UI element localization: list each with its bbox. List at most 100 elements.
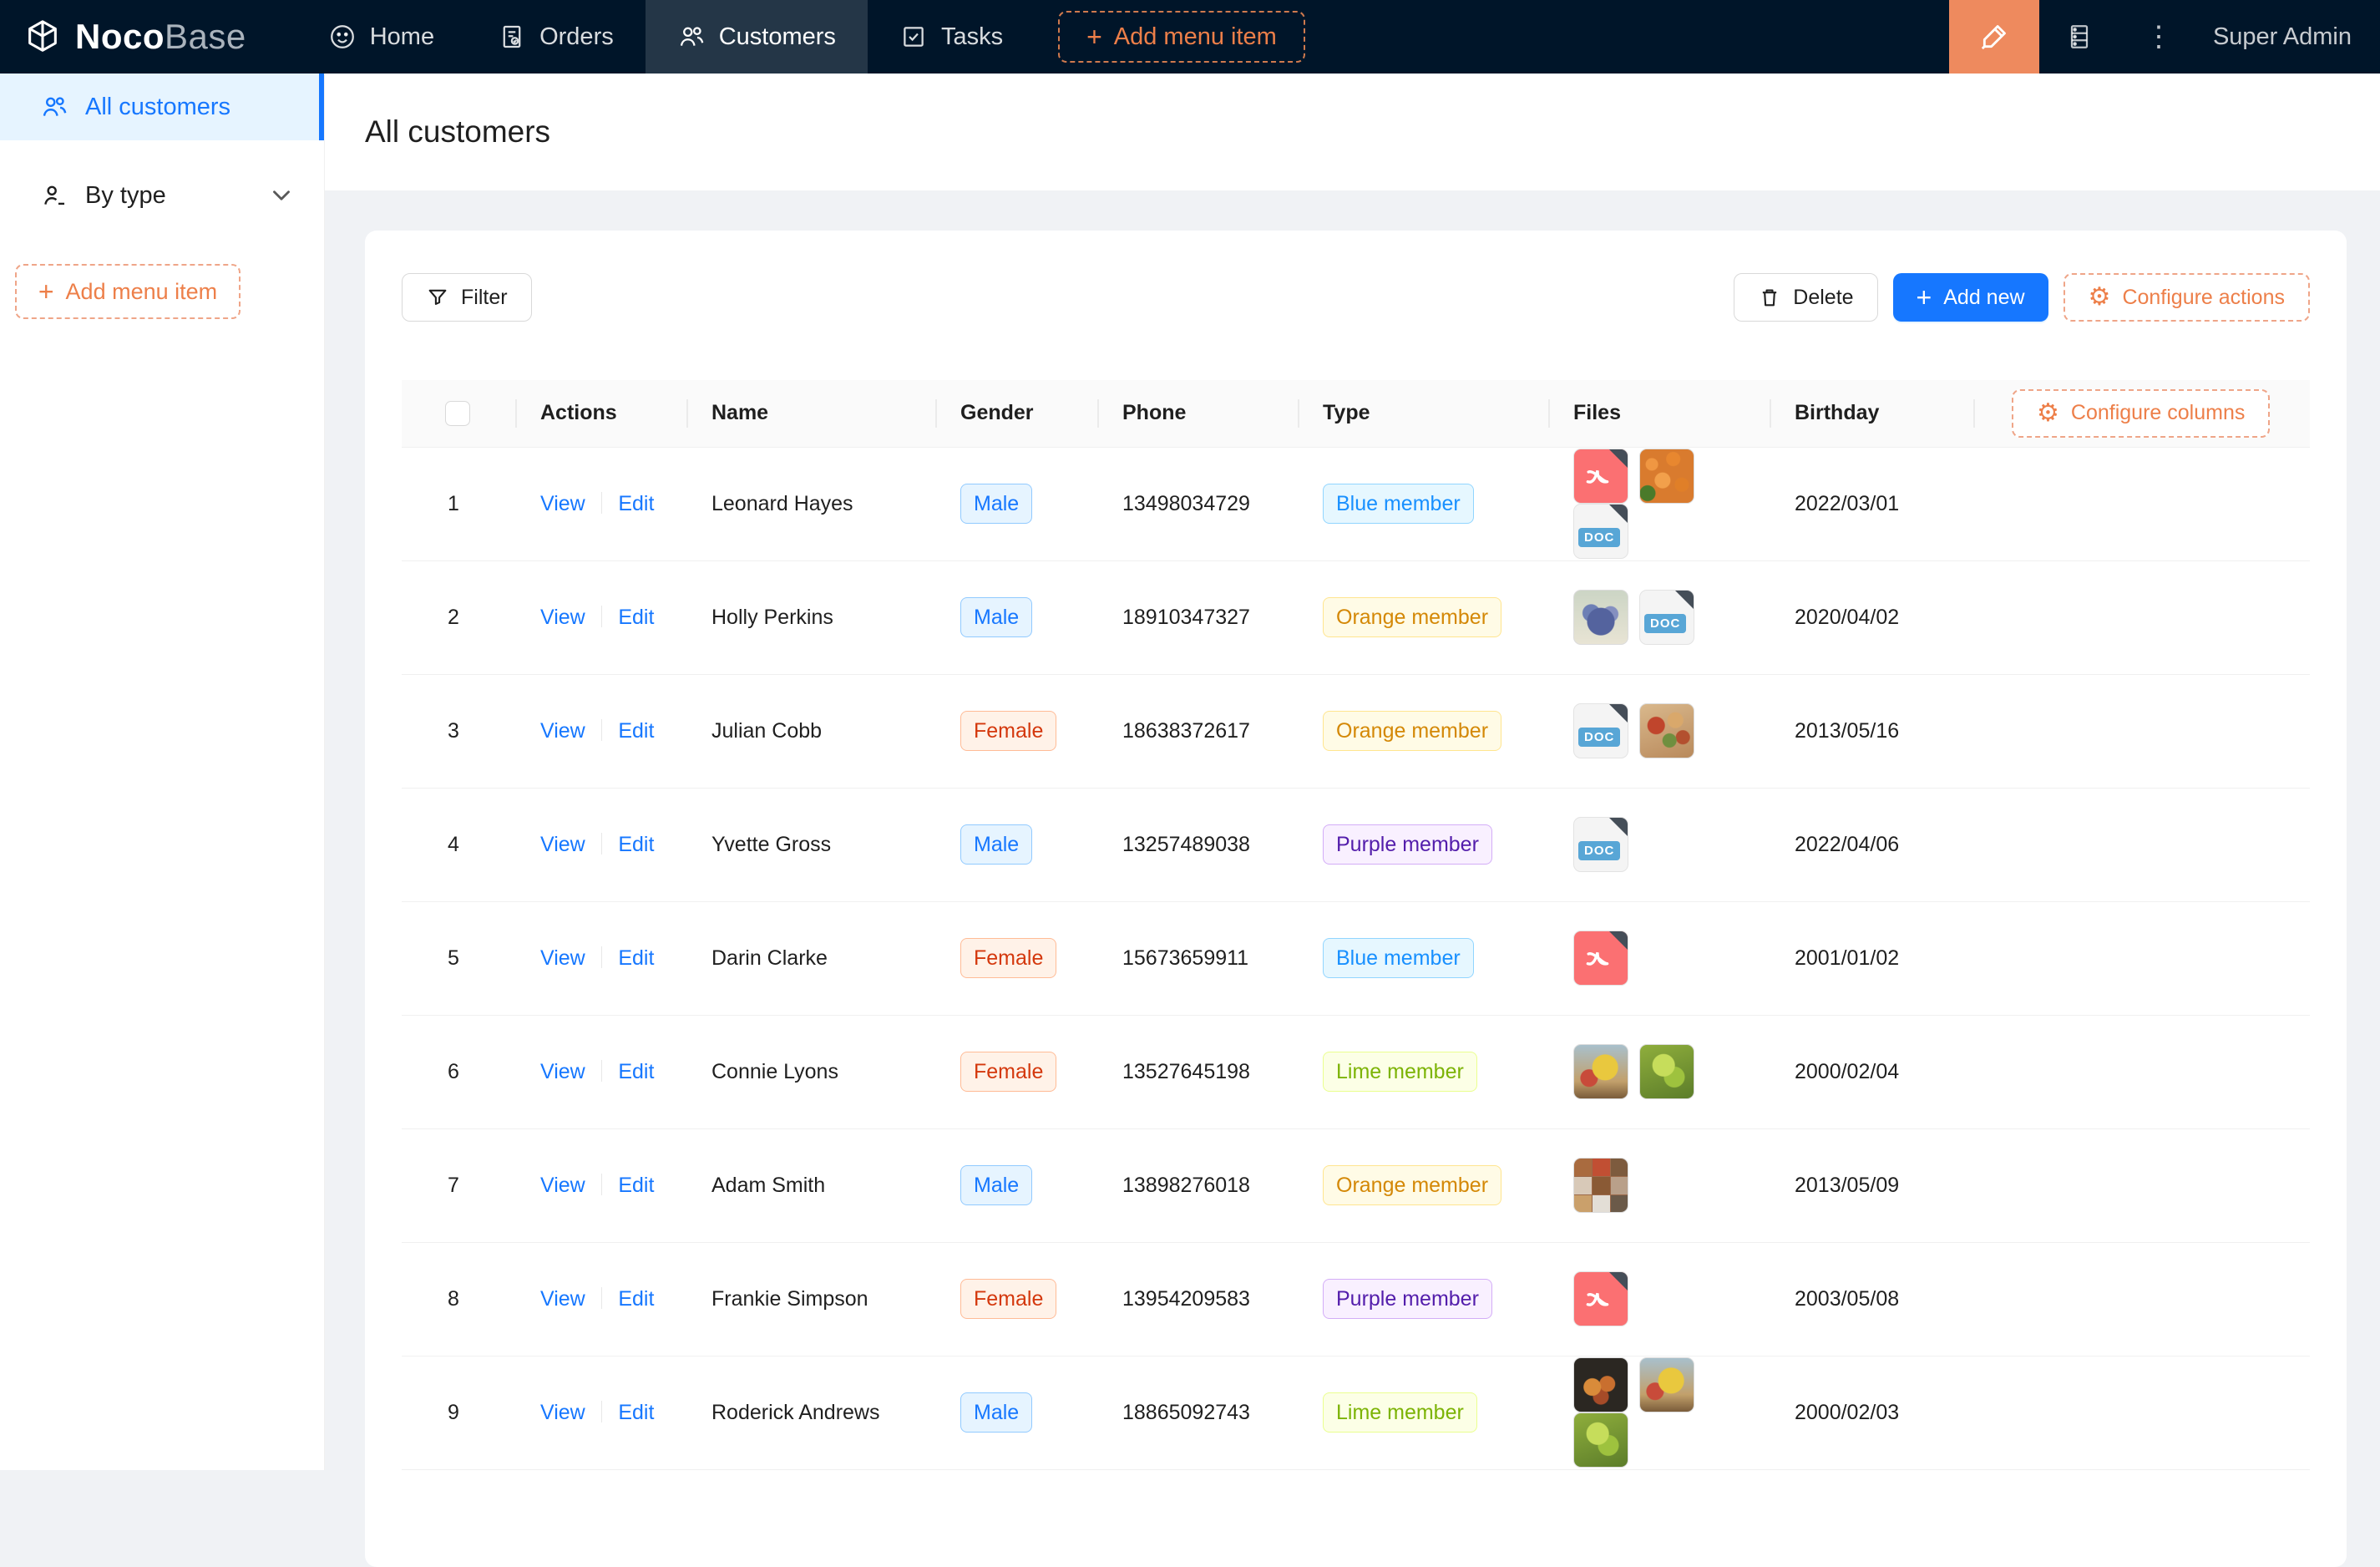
gender-cell: Female — [935, 674, 1097, 788]
phone-cell: 18638372617 — [1097, 674, 1298, 788]
row-index-cell: 8 — [402, 1242, 515, 1356]
birthday-cell: 2001/01/02 — [1770, 901, 1973, 1015]
view-link[interactable]: View — [540, 833, 585, 856]
delete-button-label: Delete — [1793, 286, 1853, 310]
select-all-checkbox[interactable] — [445, 401, 470, 426]
configure-columns-button[interactable]: ⚙ Configure columns — [2012, 389, 2270, 438]
edit-link[interactable]: Edit — [618, 833, 654, 856]
view-link[interactable]: View — [540, 719, 585, 743]
type-cell: Orange member — [1298, 560, 1548, 674]
edit-link[interactable]: Edit — [618, 1287, 654, 1311]
doc-file-icon[interactable]: DOC — [1573, 817, 1628, 872]
row-config-spacer-cell — [1973, 1015, 2310, 1128]
edit-link[interactable]: Edit — [618, 946, 654, 970]
add-new-button[interactable]: + Add new — [1893, 273, 2048, 322]
navbar-add-menu-item-button[interactable]: + Add menu item — [1058, 11, 1305, 63]
view-link[interactable]: View — [540, 1174, 585, 1197]
row-actions-cell: View Edit — [515, 1242, 686, 1356]
table-row: 2ViewEditHolly PerkinsMale18910347327Ora… — [402, 560, 2310, 674]
row-actions-cell: View Edit — [515, 1356, 686, 1469]
current-user-menu[interactable]: Super Admin — [2213, 23, 2352, 51]
phone-cell: 13257489038 — [1097, 788, 1298, 901]
doc-file-icon[interactable]: DOC — [1573, 504, 1628, 559]
filter-button[interactable]: Filter — [402, 273, 532, 322]
nav-item-home[interactable]: Home — [296, 0, 466, 74]
customers-icon — [677, 23, 706, 51]
name-cell: Frankie Simpson — [686, 1242, 935, 1356]
sidebar-add-menu-item-button[interactable]: + Add menu item — [15, 264, 241, 319]
sidebar-item-by-type[interactable]: By type — [0, 162, 324, 229]
configure-columns-label: Configure columns — [2071, 401, 2245, 425]
row-actions-cell: View Edit — [515, 1128, 686, 1242]
image-thumbnail[interactable] — [1639, 1357, 1694, 1412]
type-badge: Blue member — [1323, 938, 1474, 978]
files-cell: DOC — [1548, 560, 1770, 674]
name-cell: Leonard Hayes — [686, 447, 935, 560]
row-config-spacer-cell — [1973, 1356, 2310, 1469]
view-link[interactable]: View — [540, 1060, 585, 1083]
tasks-icon — [899, 23, 928, 51]
gender-badge: Female — [960, 711, 1056, 751]
ui-editor-button[interactable] — [1949, 0, 2039, 74]
nocobase-logo[interactable]: NocoBase — [23, 17, 246, 57]
view-link[interactable]: View — [540, 1287, 585, 1311]
row-actions-cell: View Edit — [515, 560, 686, 674]
image-thumbnail[interactable] — [1573, 590, 1628, 645]
image-thumbnail[interactable] — [1573, 1044, 1628, 1099]
row-index-cell: 1 — [402, 447, 515, 560]
column-header-name: Name — [686, 380, 935, 447]
view-link[interactable]: View — [540, 946, 585, 970]
doc-file-icon[interactable]: DOC — [1639, 590, 1694, 645]
column-header-files: Files — [1548, 380, 1770, 447]
view-link[interactable]: View — [540, 606, 585, 629]
plus-icon: + — [1917, 284, 1932, 311]
phone-cell: 13898276018 — [1097, 1128, 1298, 1242]
gender-badge: Female — [960, 938, 1056, 978]
image-thumbnail[interactable] — [1573, 1158, 1628, 1213]
doc-file-icon[interactable]: DOC — [1573, 703, 1628, 758]
delete-button[interactable]: Delete — [1734, 273, 1877, 322]
more-options-button[interactable]: ⋮ — [2119, 0, 2198, 74]
link-divider — [601, 1060, 603, 1082]
navbar-right-cluster: ⋮ Super Admin — [1949, 0, 2380, 74]
view-link[interactable]: View — [540, 1401, 585, 1424]
edit-link[interactable]: Edit — [618, 1174, 654, 1197]
row-actions-cell: View Edit — [515, 674, 686, 788]
configure-actions-button[interactable]: ⚙ Configure actions — [2064, 273, 2310, 322]
row-config-spacer-cell — [1973, 560, 2310, 674]
pdf-file-icon[interactable] — [1573, 1271, 1628, 1326]
nav-item-customers[interactable]: Customers — [646, 0, 868, 74]
column-header-type: Type — [1298, 380, 1548, 447]
image-thumbnail[interactable] — [1573, 1357, 1628, 1412]
sidebar-item-all-customers[interactable]: All customers — [0, 74, 324, 140]
view-link[interactable]: View — [540, 492, 585, 515]
image-thumbnail[interactable] — [1639, 703, 1694, 758]
image-thumbnail[interactable] — [1639, 1044, 1694, 1099]
row-config-spacer-cell — [1973, 447, 2310, 560]
row-index-cell: 6 — [402, 1015, 515, 1128]
vertical-ellipsis-icon: ⋮ — [2145, 23, 2173, 51]
birthday-cell: 2013/05/09 — [1770, 1128, 1973, 1242]
edit-link[interactable]: Edit — [618, 1401, 654, 1424]
edit-link[interactable]: Edit — [618, 606, 654, 629]
edit-link[interactable]: Edit — [618, 719, 654, 743]
collections-icon — [2064, 22, 2094, 52]
name-cell: Yvette Gross — [686, 788, 935, 901]
nav-item-tasks[interactable]: Tasks — [868, 0, 1035, 74]
pdf-file-icon[interactable] — [1573, 449, 1628, 504]
collections-panel-button[interactable] — [2039, 0, 2119, 74]
image-thumbnail[interactable] — [1639, 449, 1694, 504]
edit-link[interactable]: Edit — [618, 492, 654, 515]
page-title: All customers — [365, 114, 550, 150]
nav-item-orders[interactable]: Orders — [466, 0, 646, 74]
page-header: All customers — [325, 74, 2380, 190]
column-header-gender: Gender — [935, 380, 1097, 447]
doc-label: DOC — [1644, 614, 1686, 633]
edit-link[interactable]: Edit — [618, 1060, 654, 1083]
image-thumbnail[interactable] — [1573, 1412, 1628, 1468]
type-badge: Lime member — [1323, 1392, 1477, 1433]
type-badge: Purple member — [1323, 1279, 1492, 1319]
row-index-cell: 5 — [402, 901, 515, 1015]
files-cell: DOC — [1548, 674, 1770, 788]
pdf-file-icon[interactable] — [1573, 931, 1628, 986]
